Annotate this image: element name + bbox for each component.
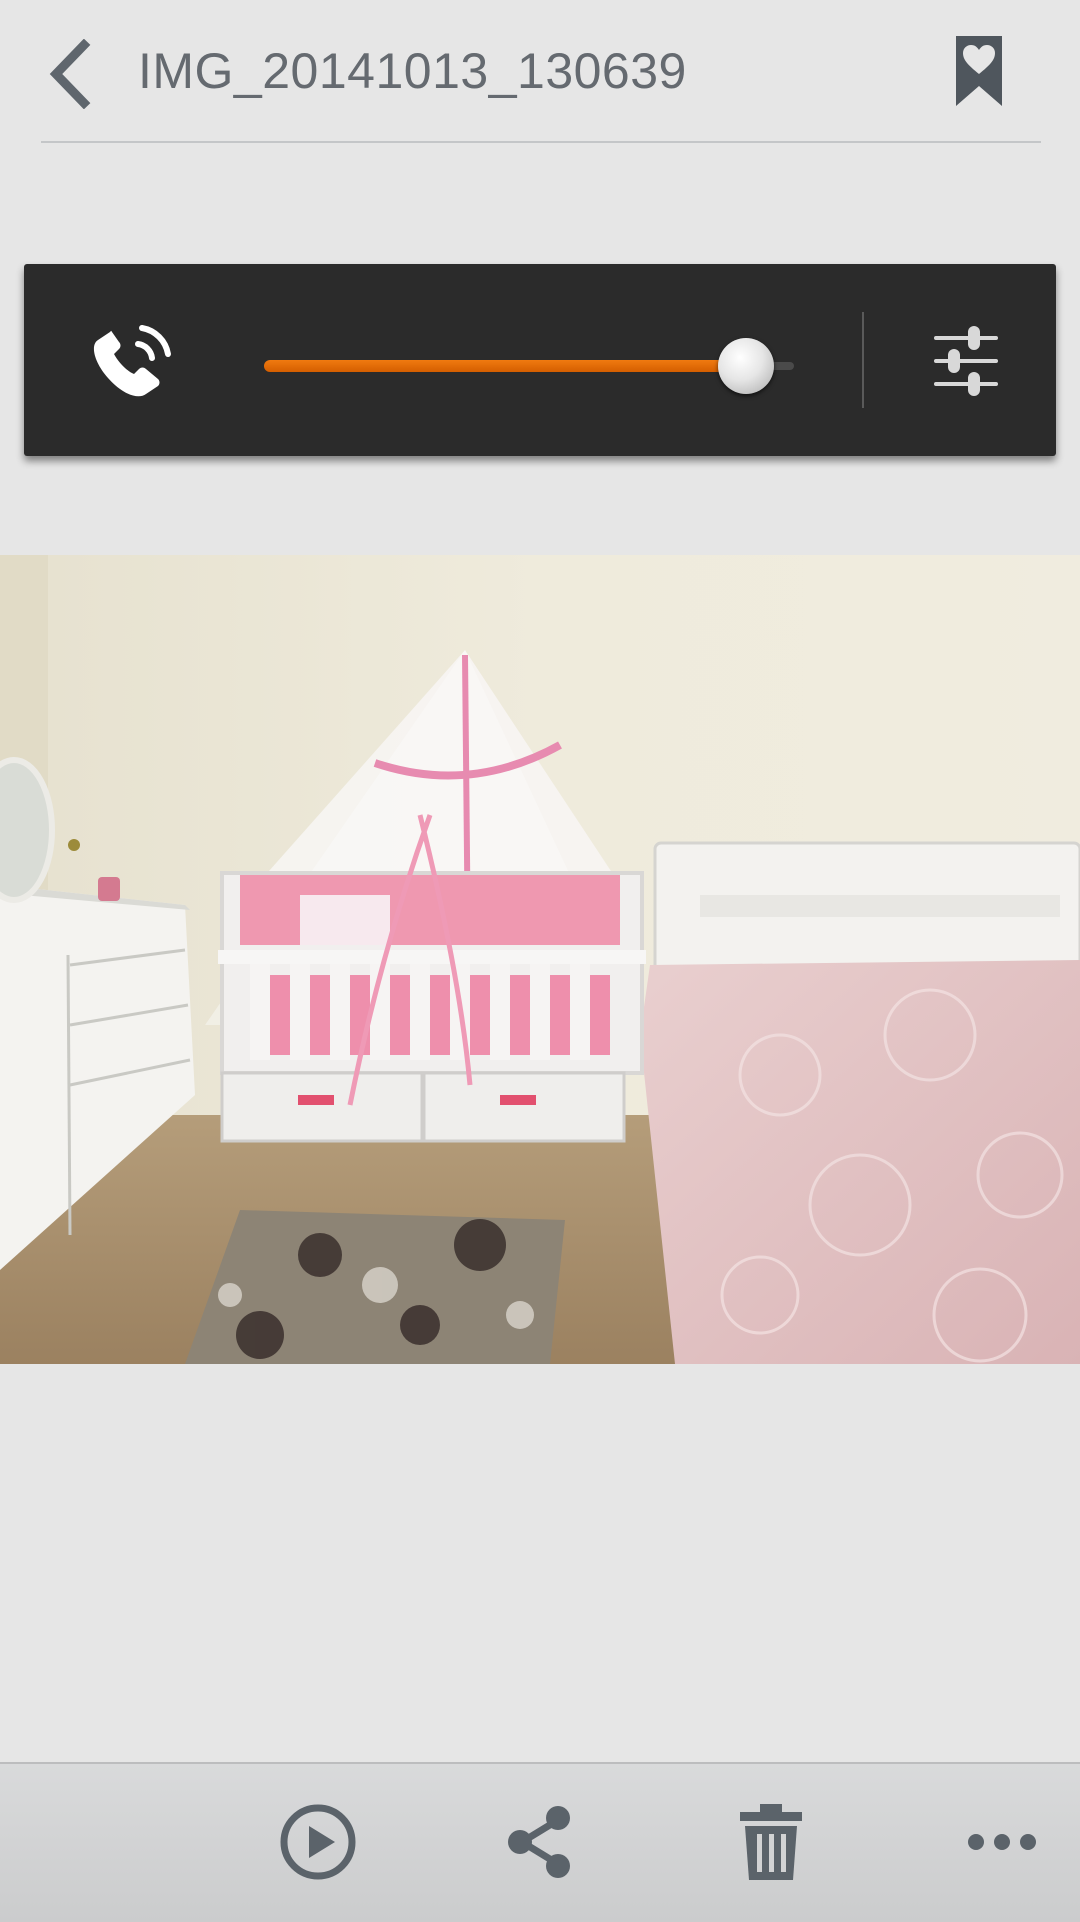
page-title: IMG_20141013_130639: [138, 43, 687, 99]
bottom-toolbar: [0, 1762, 1080, 1922]
sliders-icon: [934, 326, 998, 396]
chevron-left-icon: [49, 38, 91, 109]
volume-settings-button[interactable]: [918, 316, 1014, 406]
play-circle-icon: [280, 1804, 356, 1880]
trash-icon: [740, 1804, 802, 1880]
slideshow-button[interactable]: [268, 1792, 368, 1892]
back-button[interactable]: [40, 36, 100, 111]
bookmark-heart-icon: [956, 36, 1002, 106]
slider-thumb[interactable]: [718, 338, 775, 394]
bedroom-photo: [0, 555, 1080, 1364]
ringer-button[interactable]: [76, 314, 186, 409]
more-icon: [968, 1834, 1036, 1850]
share-icon: [508, 1806, 570, 1878]
volume-panel: [24, 264, 1056, 456]
phone-ring-icon: [93, 325, 171, 397]
header-divider: [41, 141, 1041, 143]
volume-slider[interactable]: [264, 324, 794, 404]
more-options-button[interactable]: [952, 1792, 1052, 1892]
delete-button[interactable]: [721, 1792, 821, 1892]
bookmark-button[interactable]: [948, 32, 1010, 112]
share-button[interactable]: [490, 1792, 590, 1892]
app-header: IMG_20141013_130639: [0, 0, 1080, 143]
panel-divider: [862, 312, 864, 408]
photo-view[interactable]: [0, 555, 1080, 1364]
slider-fill: [264, 360, 747, 372]
